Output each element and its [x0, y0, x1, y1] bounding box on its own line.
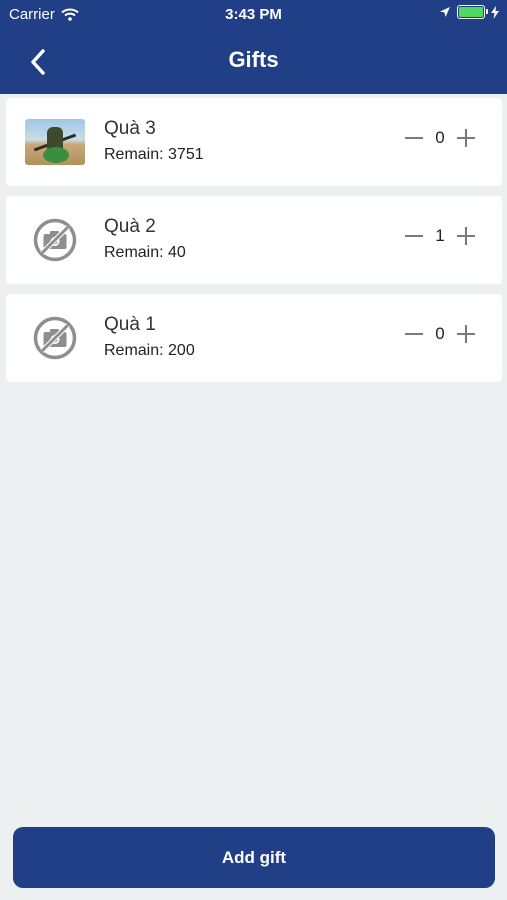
plus-icon [457, 227, 475, 245]
gift-info: Quà 1 Remain: 200 [104, 314, 195, 360]
decrement-button[interactable] [402, 224, 426, 248]
gift-remain: Remain: 40 [104, 244, 186, 261]
nav-bar: Gifts [0, 28, 507, 94]
gift-thumbnail [25, 315, 85, 361]
page-title: Gifts [228, 47, 279, 72]
add-gift-button[interactable]: Add gift [13, 827, 495, 888]
gift-card: Quà 1 Remain: 200 0 [6, 294, 502, 382]
decrement-button[interactable] [402, 126, 426, 150]
quantity-stepper: 0 [402, 126, 478, 150]
decrement-button[interactable] [402, 322, 426, 346]
gift-name: Quà 2 [104, 216, 156, 237]
increment-button[interactable] [454, 224, 478, 248]
increment-button[interactable] [454, 322, 478, 346]
gift-info: Quà 2 Remain: 40 [104, 216, 186, 262]
quantity-value: 0 [435, 128, 445, 147]
no-photo-icon [33, 316, 77, 360]
gift-name: Quà 1 [104, 314, 156, 335]
status-right [439, 5, 499, 19]
gift-card: Quà 3 Remain: 3751 0 [6, 98, 502, 186]
minus-icon [405, 235, 423, 237]
gift-thumbnail [25, 217, 85, 263]
clock: 3:43 PM [225, 6, 282, 23]
gift-name: Quà 3 [104, 118, 156, 139]
gift-info: Quà 3 Remain: 3751 [104, 118, 204, 164]
charging-bolt-icon [491, 5, 499, 19]
quantity-stepper: 0 [402, 322, 478, 346]
header: Carrier 3:43 PM Gifts [0, 0, 507, 94]
gift-remain: Remain: 200 [104, 342, 195, 359]
quantity-value: 1 [435, 226, 445, 245]
status-bar: Carrier 3:43 PM [0, 0, 507, 28]
quantity-stepper: 1 [402, 224, 478, 248]
gift-list: Quà 3 Remain: 3751 0 Quà 2 Remain: 40 1 … [6, 98, 502, 392]
increment-button[interactable] [454, 126, 478, 150]
location-arrow-icon [440, 7, 450, 17]
gift-thumbnail-photo [25, 119, 85, 165]
no-photo-icon [33, 218, 77, 262]
minus-icon [405, 333, 423, 335]
minus-icon [405, 137, 423, 139]
plus-icon [457, 129, 475, 147]
gift-card: Quà 2 Remain: 40 1 [6, 196, 502, 284]
gift-remain: Remain: 3751 [104, 146, 204, 163]
plus-icon [457, 325, 475, 343]
app-screen: Carrier 3:43 PM Gifts Quà 3 Remain: 3751… [0, 0, 507, 900]
quantity-value: 0 [435, 324, 445, 343]
battery-icon [457, 5, 488, 19]
